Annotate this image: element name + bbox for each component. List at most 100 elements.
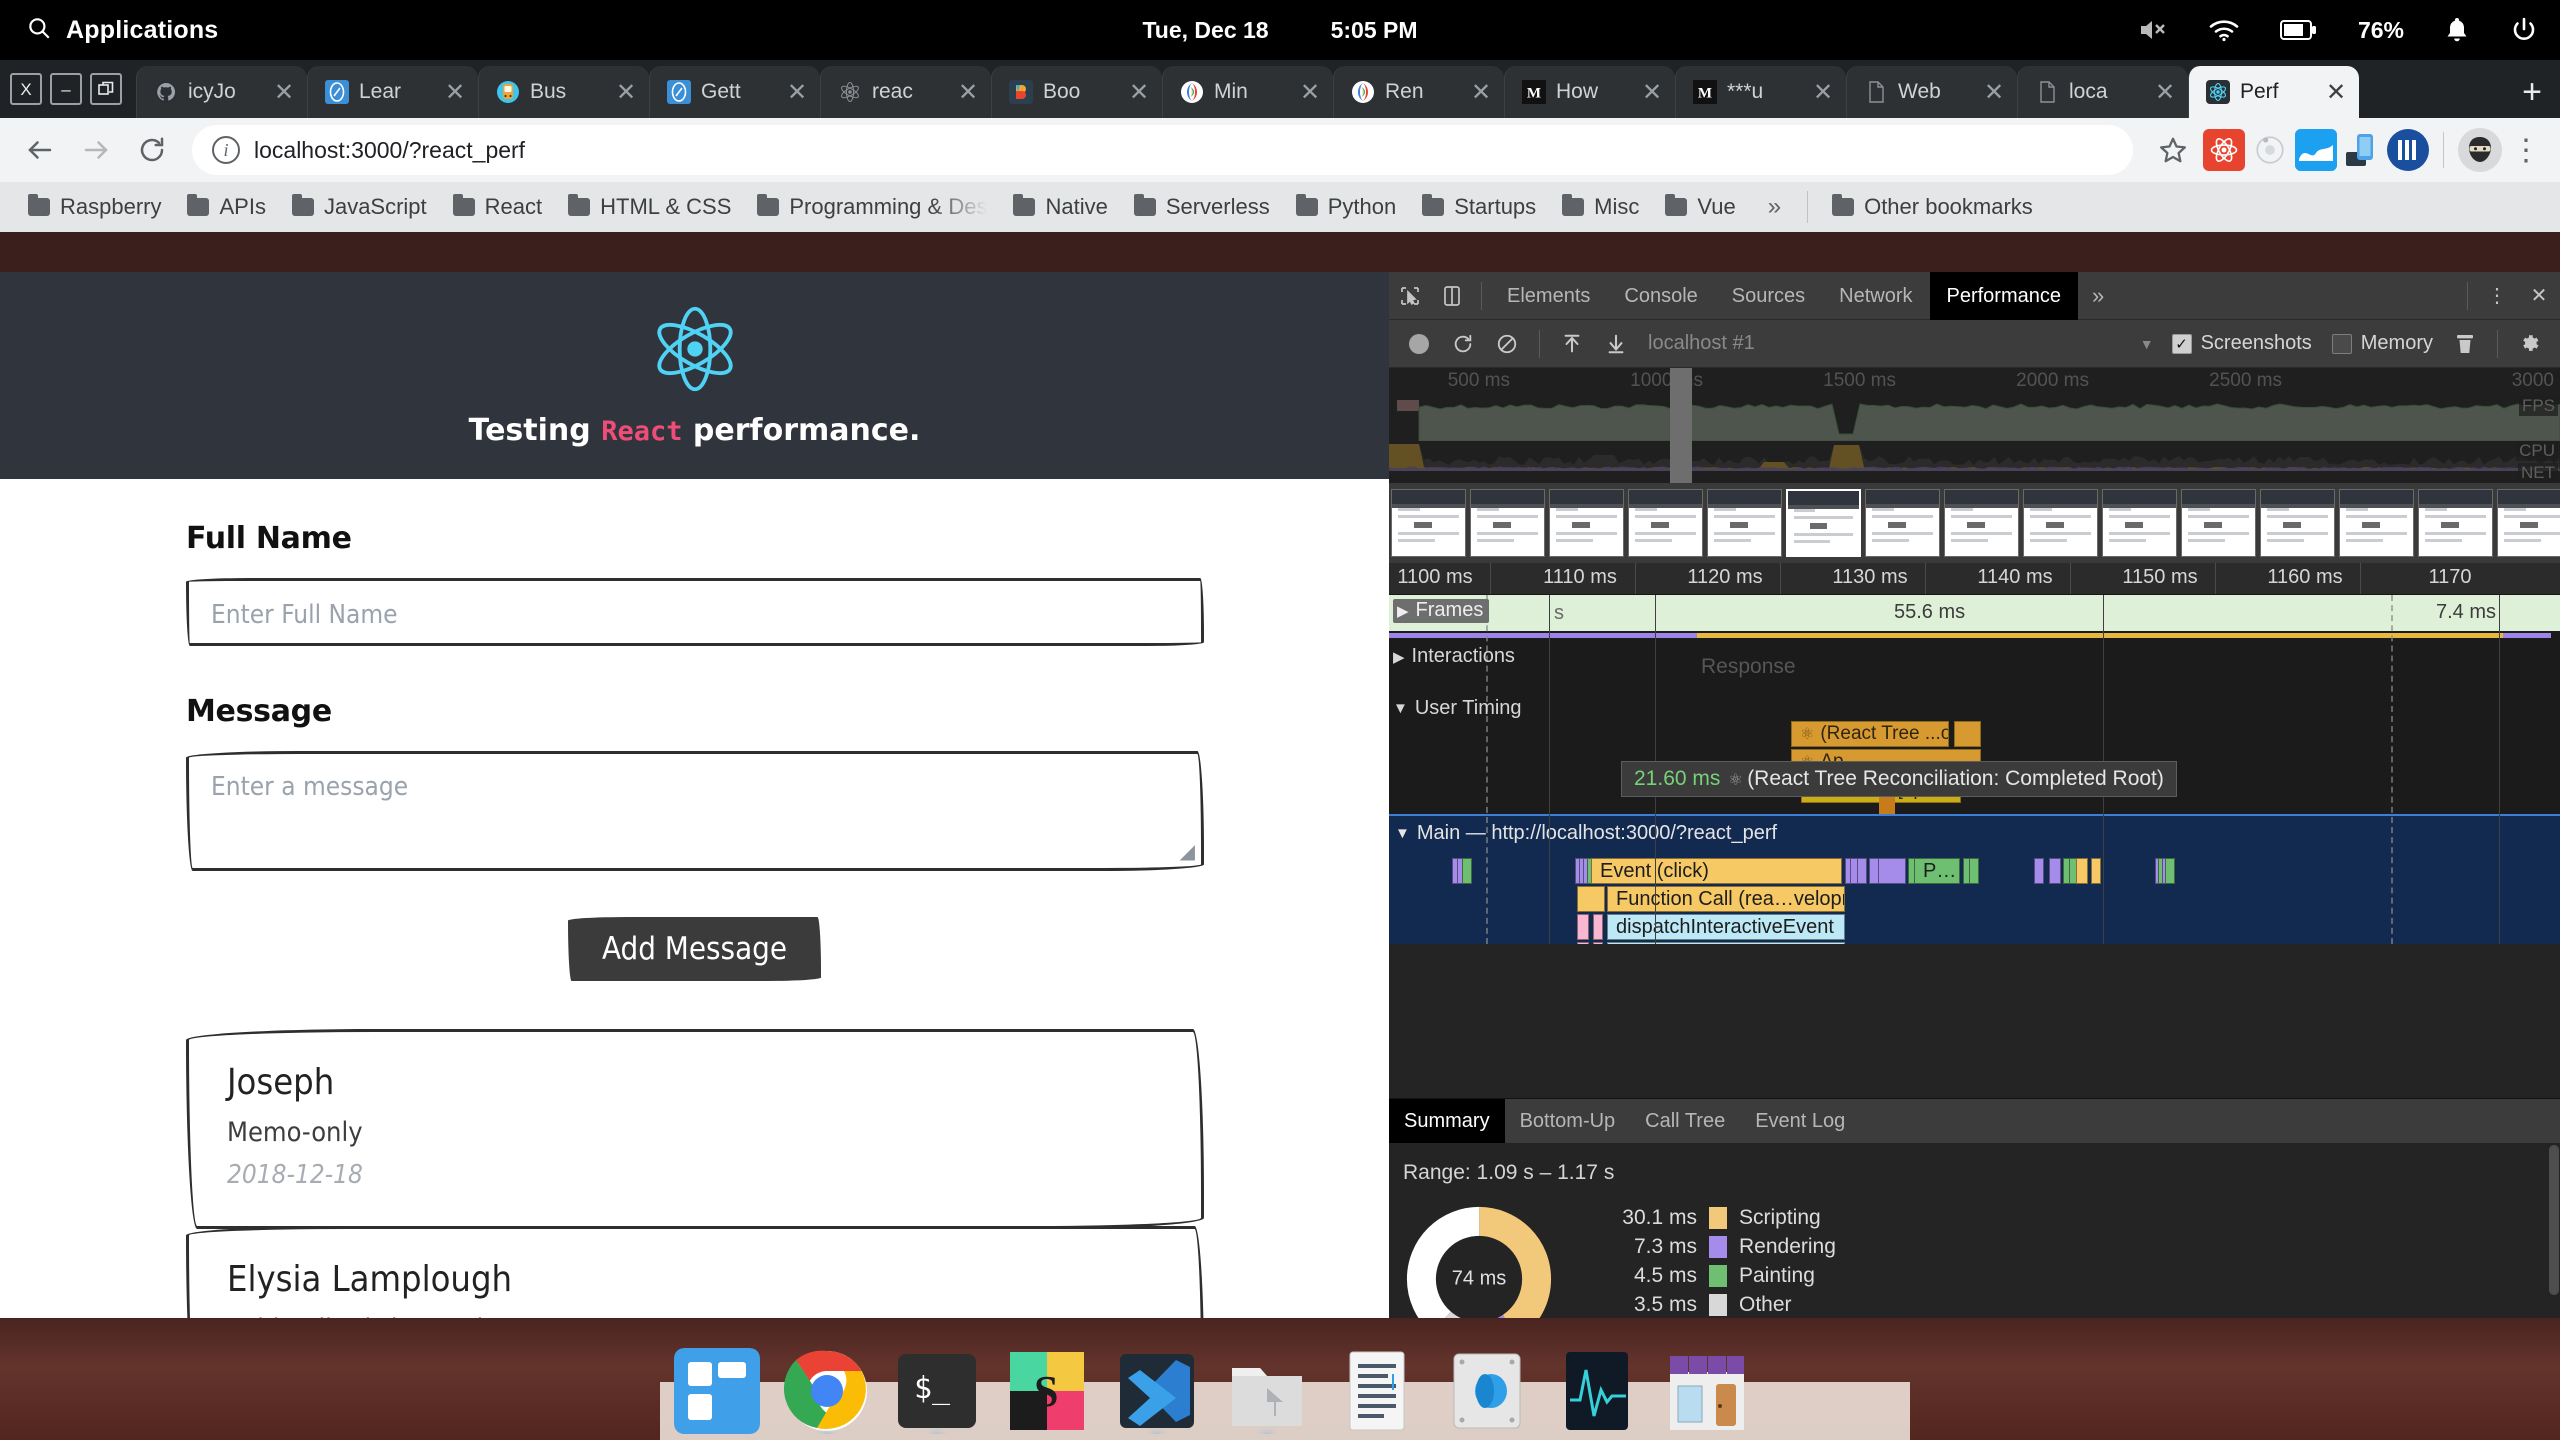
device-toolbar-icon[interactable] <box>1431 272 1473 320</box>
resize-grip-icon[interactable]: ◢ <box>1180 839 1195 864</box>
window-close-button[interactable]: X <box>10 73 42 105</box>
flame-bar-tick[interactable] <box>2076 858 2088 884</box>
filmstrip-frame[interactable] <box>2102 489 2177 557</box>
user-timing-track-title[interactable]: ▼ User Timing <box>1393 697 1522 720</box>
bookmark-folder[interactable]: Startups <box>1410 190 1548 224</box>
tiling-window-manager-icon[interactable] <box>674 1348 760 1434</box>
flame-bar-pink[interactable] <box>1593 942 1603 944</box>
tab-close-button[interactable]: ✕ <box>271 78 297 107</box>
address-bar[interactable]: i localhost:3000/?react_perf <box>192 125 2133 175</box>
filmstrip[interactable] <box>1389 483 2560 563</box>
bookmark-folder[interactable]: Misc <box>1550 190 1651 224</box>
tab-close-button[interactable]: ✕ <box>2323 78 2349 107</box>
load-profile-icon[interactable] <box>1552 324 1592 364</box>
devtools-tab-network[interactable]: Network <box>1822 272 1929 320</box>
browser-tab[interactable]: Boo ✕ <box>991 66 1162 118</box>
flame-bar-tick[interactable] <box>1969 858 1979 884</box>
new-tab-button[interactable]: + <box>2504 66 2560 118</box>
kebab-menu-icon[interactable]: ⋮ <box>2476 272 2518 320</box>
bookmark-folder[interactable]: Serverless <box>1122 190 1282 224</box>
filmstrip-frame[interactable] <box>2181 489 2256 557</box>
flame-bar-event-click[interactable]: Event (click) <box>1591 858 1842 884</box>
browser-tab[interactable]: Web ✕ <box>1846 66 2017 118</box>
summary-tab-event-log[interactable]: Event Log <box>1740 1099 1860 1143</box>
forward-arrow-icon[interactable] <box>70 124 122 176</box>
devtools-tab-sources[interactable]: Sources <box>1715 272 1822 320</box>
flame-bar-interactive-updates[interactable]: interactiveUpdates <box>1607 942 1845 944</box>
save-profile-icon[interactable] <box>1596 324 1636 364</box>
main-track-title[interactable]: ▼ Main — http://localhost:3000/?react_pe… <box>1389 816 2560 845</box>
user-timing-bar-root[interactable]: ⚛ (React Tree ...ompleted Root) <box>1791 721 1949 747</box>
gear-icon[interactable] <box>2510 324 2550 364</box>
kebab-menu-icon[interactable]: ⋮ <box>2506 133 2546 168</box>
record-icon[interactable] <box>1399 324 1439 364</box>
tab-close-button[interactable]: ✕ <box>1639 78 1665 107</box>
bookmark-folder[interactable]: Python <box>1284 190 1409 224</box>
timeline-overview[interactable]: 500 ms1000 ms1500 ms2000 ms2500 ms3000 F… <box>1389 368 2560 483</box>
tab-close-button[interactable]: ✕ <box>784 78 810 107</box>
tab-close-button[interactable]: ✕ <box>1810 78 1836 107</box>
browser-tab[interactable]: Bus ✕ <box>478 66 649 118</box>
star-icon[interactable] <box>2147 124 2199 176</box>
flame-bar-tick[interactable] <box>1878 858 1906 884</box>
filmstrip-frame[interactable] <box>1470 489 1545 557</box>
filmstrip-frame[interactable] <box>2418 489 2493 557</box>
clear-icon[interactable] <box>1487 324 1527 364</box>
summary-tab-summary[interactable]: Summary <box>1389 1099 1505 1143</box>
flame-bar-paint[interactable]: P… <box>1914 858 1960 884</box>
filmstrip-frame[interactable] <box>2339 489 2414 557</box>
flame-bar-tick[interactable] <box>2049 858 2061 884</box>
tab-close-button[interactable]: ✕ <box>1126 78 1152 107</box>
terminal-icon[interactable]: $_ <box>894 1348 980 1434</box>
flame-bar-tick[interactable] <box>1462 858 1472 884</box>
user-timing-bar-root-tail[interactable] <box>1954 721 1981 747</box>
summary-tab-bottom-up[interactable]: Bottom-Up <box>1505 1099 1631 1143</box>
browser-tab[interactable]: loca ✕ <box>2017 66 2188 118</box>
overview-window-handle-left[interactable] <box>1670 368 1681 483</box>
filmstrip-frame[interactable] <box>1865 489 1940 557</box>
tab-close-button[interactable]: ✕ <box>613 78 639 107</box>
react-devtools-extension-icon[interactable] <box>2203 129 2245 171</box>
bookmark-folder[interactable]: Raspberry <box>16 190 173 224</box>
memory-checkbox[interactable]: Memory <box>2324 332 2441 355</box>
browser-tab[interactable]: icyJo ✕ <box>136 66 307 118</box>
vscode-icon[interactable] <box>1114 1348 1200 1434</box>
columns-extension-icon[interactable] <box>2387 129 2429 171</box>
tab-close-button[interactable]: ✕ <box>1981 78 2007 107</box>
tab-close-button[interactable]: ✕ <box>1468 78 1494 107</box>
reload-icon[interactable] <box>126 124 178 176</box>
message-field[interactable]: Enter a message ◢ <box>186 751 1204 871</box>
files-home-icon[interactable] <box>1224 1348 1310 1434</box>
volume-muted-icon[interactable] <box>2138 17 2168 43</box>
window-minimize-button[interactable]: – <box>50 73 82 105</box>
browser-tab[interactable]: M ***u ✕ <box>1675 66 1846 118</box>
system-settings-icon[interactable] <box>1444 1348 1530 1434</box>
window-maximize-button[interactable] <box>90 73 122 105</box>
interactions-track[interactable]: ▶ Interactions Response <box>1389 641 2560 693</box>
interactions-track-title[interactable]: ▶ Interactions <box>1393 645 1515 668</box>
flame-chart-tracks[interactable]: ▶ Frames s 55.6 ms 7.4 ms ▶ Interactions… <box>1389 595 2560 944</box>
close-icon[interactable]: ✕ <box>2518 272 2560 320</box>
bookmark-folder[interactable]: JavaScript <box>280 190 439 224</box>
add-message-button[interactable]: Add Message <box>567 917 822 981</box>
flame-bar-function-call[interactable]: Function Call (rea…velopment.js:5080) <box>1607 886 1845 912</box>
bookmark-folder[interactable]: Programming & Des <box>745 190 999 224</box>
flame-bar-pink[interactable] <box>1593 914 1603 940</box>
flame-bar-tick[interactable] <box>2034 858 2044 884</box>
bookmarks-overflow-button[interactable]: » <box>1754 193 1795 221</box>
bell-icon[interactable] <box>2444 16 2470 44</box>
browser-tab[interactable]: M How ✕ <box>1504 66 1675 118</box>
bookmark-folder[interactable]: Native <box>1001 190 1119 224</box>
system-monitor-icon[interactable] <box>1554 1348 1640 1434</box>
summary-scrollbar[interactable] <box>2549 1145 2559 1295</box>
page-info-icon[interactable]: i <box>212 136 240 164</box>
inspect-cursor-icon[interactable] <box>1389 272 1431 320</box>
filmstrip-frame[interactable] <box>1707 489 1782 557</box>
browser-tab[interactable]: Gett ✕ <box>649 66 820 118</box>
filmstrip-frame[interactable] <box>1391 489 1466 557</box>
app-store-icon[interactable] <box>1664 1348 1750 1434</box>
mobile-view-extension-icon[interactable] <box>2341 129 2383 171</box>
flame-bar-tick[interactable] <box>2091 858 2101 884</box>
filmstrip-frame[interactable] <box>2497 489 2560 557</box>
tab-close-button[interactable]: ✕ <box>442 78 468 107</box>
